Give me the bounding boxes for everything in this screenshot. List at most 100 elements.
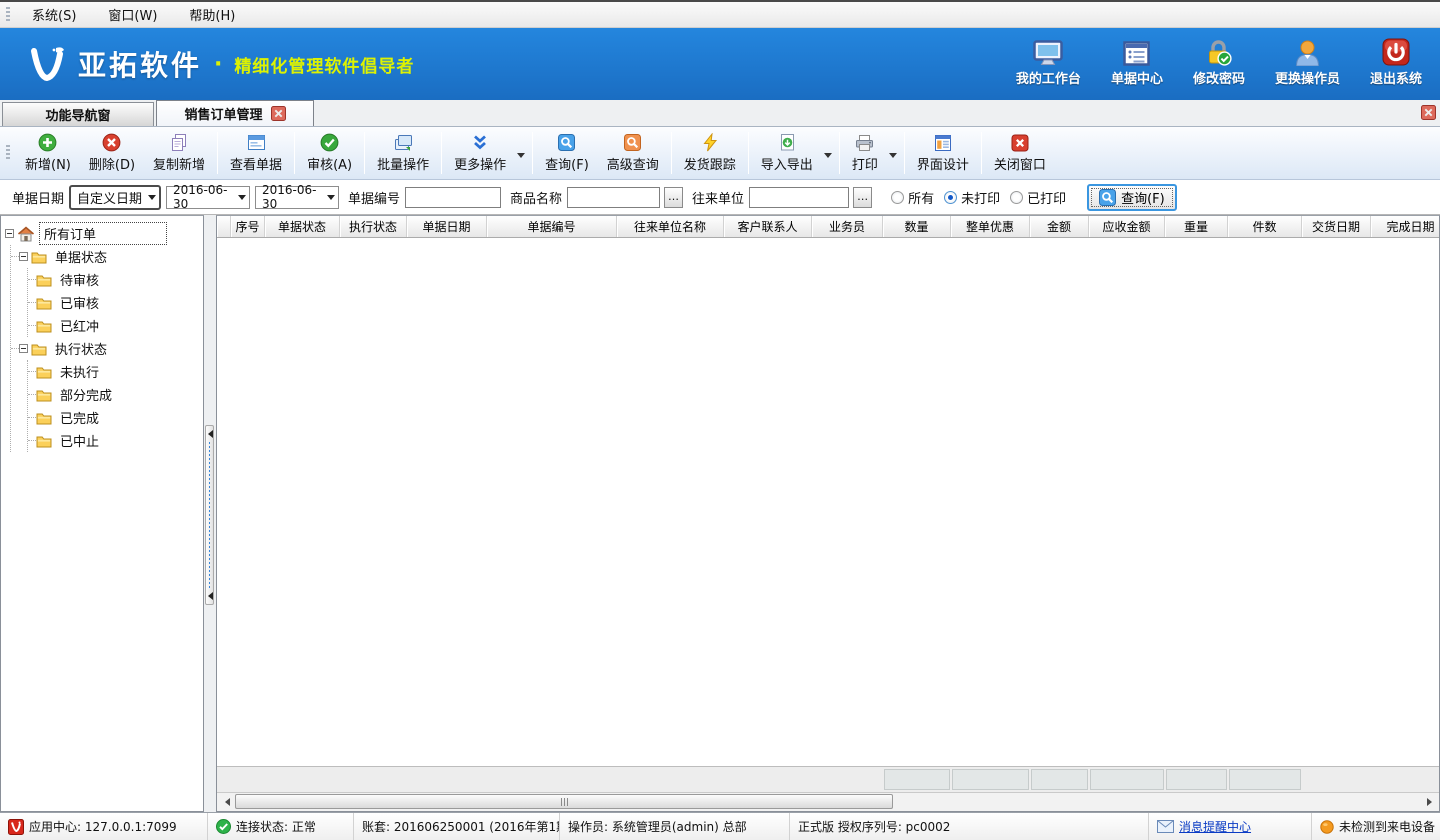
- banner-action-switch-operator[interactable]: 更换操作员: [1275, 38, 1340, 87]
- column-header-整单优惠[interactable]: 整单优惠: [951, 216, 1030, 237]
- partner-input[interactable]: [749, 187, 849, 208]
- column-header-应收金额[interactable]: 应收金额: [1089, 216, 1165, 237]
- tree-leaf-label[interactable]: 未执行: [56, 361, 103, 382]
- menu-item-0[interactable]: 系统(S): [16, 2, 92, 27]
- panel-splitter[interactable]: [204, 215, 216, 812]
- radio-label: 所有: [908, 188, 934, 207]
- date-from-select[interactable]: 2016-06-30: [166, 186, 250, 209]
- toolbar-button-ui-design[interactable]: 界面设计: [908, 130, 978, 176]
- tree-leaf-label[interactable]: 已中止: [56, 430, 103, 451]
- column-header-重量[interactable]: 重量: [1165, 216, 1228, 237]
- partner-lookup-button[interactable]: …: [853, 187, 872, 208]
- tree-group-1[interactable]: 执行状态: [11, 337, 201, 360]
- toolbar-button-more-ops[interactable]: 更多操作: [445, 130, 515, 176]
- status-text-link[interactable]: 消息提醒中心: [1179, 818, 1251, 835]
- menu-item-1[interactable]: 窗口(W): [92, 2, 173, 27]
- dropdown-arrow-icon[interactable]: [824, 153, 832, 162]
- tree-leaf-0-2[interactable]: 已红冲: [28, 314, 201, 337]
- tree-leaf-label[interactable]: 部分完成: [56, 384, 116, 405]
- product-name-input[interactable]: [567, 187, 660, 208]
- splitter-dots: [209, 442, 210, 588]
- toolbar-button-view-bill[interactable]: 查看单据: [221, 130, 291, 176]
- dropdown-arrow-icon[interactable]: [889, 153, 897, 162]
- tree-group-label[interactable]: 执行状态: [51, 338, 111, 359]
- toolbar-button-audit[interactable]: 审核(A): [298, 130, 361, 176]
- column-header-交货日期[interactable]: 交货日期: [1302, 216, 1371, 237]
- query-button[interactable]: 查询(F): [1087, 184, 1177, 211]
- banner-action-label: 修改密码: [1193, 68, 1245, 87]
- horizontal-scrollbar[interactable]: [217, 792, 1439, 811]
- tab-nav-window[interactable]: 功能导航窗: [2, 102, 154, 126]
- tree-leaf-label[interactable]: 已红冲: [56, 315, 103, 336]
- bill-no-input[interactable]: [405, 187, 501, 208]
- column-header-数量[interactable]: 数量: [883, 216, 951, 237]
- column-header-执行状态[interactable]: 执行状态: [340, 216, 407, 237]
- table-body[interactable]: [217, 238, 1439, 766]
- banner-action-my-workbench[interactable]: 我的工作台: [1016, 38, 1081, 87]
- scroll-right-button[interactable]: [1423, 793, 1439, 811]
- tab-sales-order[interactable]: 销售订单管理: [156, 100, 314, 126]
- scroll-left-button[interactable]: [217, 793, 233, 811]
- column-header-客户联系人[interactable]: 客户联系人: [724, 216, 812, 237]
- column-header-业务员[interactable]: 业务员: [812, 216, 883, 237]
- toolbar-button-ship-track[interactable]: 发货跟踪: [675, 130, 745, 176]
- tree-expander[interactable]: [19, 252, 28, 261]
- column-header-完成日期[interactable]: 完成日期: [1371, 216, 1439, 237]
- menu-item-2[interactable]: 帮助(H): [173, 2, 251, 27]
- column-header-selector[interactable]: [217, 216, 231, 237]
- table-summary-row: [217, 766, 1439, 792]
- folder-icon: [36, 273, 52, 287]
- banner-action-exit-system[interactable]: 退出系统: [1370, 38, 1422, 87]
- scrollbar-thumb[interactable]: [235, 794, 893, 809]
- column-header-单据日期[interactable]: 单据日期: [407, 216, 487, 237]
- toolbar-button-delete[interactable]: 删除(D): [80, 130, 144, 176]
- tree-leaf-1-3[interactable]: 已中止: [28, 429, 201, 452]
- toolbar-button-add[interactable]: 新增(N): [16, 130, 80, 176]
- toolbar-button-label: 界面设计: [917, 154, 969, 173]
- print-radio-2[interactable]: 已打印: [1010, 188, 1066, 207]
- tree-leaf-label[interactable]: 待审核: [56, 269, 103, 290]
- column-header-序号[interactable]: 序号: [231, 216, 265, 237]
- tree-leaf-1-2[interactable]: 已完成: [28, 406, 201, 429]
- tree-group-label[interactable]: 单据状态: [51, 246, 111, 267]
- toolbar-button-batch-ops[interactable]: 批量操作: [368, 130, 438, 176]
- tree-root-label[interactable]: 所有订单: [39, 222, 167, 245]
- toolbar-button-copy-add[interactable]: 复制新增: [144, 130, 214, 176]
- toolbar-button-query[interactable]: 查询(F): [536, 130, 598, 176]
- column-header-单据状态[interactable]: 单据状态: [265, 216, 340, 237]
- tree-leaf-label[interactable]: 已完成: [56, 407, 103, 428]
- toolbar-grip[interactable]: [6, 145, 10, 161]
- date-to-select[interactable]: 2016-06-30: [255, 186, 339, 209]
- column-header-往来单位名称[interactable]: 往来单位名称: [617, 216, 724, 237]
- banner-action-bill-center[interactable]: 单据中心: [1111, 38, 1163, 87]
- tree-leaf-label[interactable]: 已审核: [56, 292, 103, 313]
- product-lookup-button[interactable]: …: [664, 187, 683, 208]
- tabbar-close-icon[interactable]: [1421, 105, 1436, 120]
- dropdown-arrow-icon[interactable]: [517, 153, 525, 162]
- toolbar: 新增(N)删除(D)复制新增查看单据审核(A)批量操作更多操作查询(F)高级查询…: [0, 127, 1440, 180]
- tree-expander[interactable]: [19, 344, 28, 353]
- summary-cell: [340, 767, 407, 792]
- menubar-grip[interactable]: [6, 7, 10, 23]
- column-header-金额[interactable]: 金额: [1030, 216, 1089, 237]
- tree-root-row[interactable]: 所有订单: [5, 222, 201, 245]
- splitter-handle[interactable]: [205, 425, 214, 605]
- banner-action-change-password[interactable]: 修改密码: [1193, 38, 1245, 87]
- toolbar-button-print[interactable]: 打印: [843, 130, 887, 176]
- column-header-件数[interactable]: 件数: [1228, 216, 1302, 237]
- tree-group-0[interactable]: 单据状态: [11, 245, 201, 268]
- tree-leaf-1-0[interactable]: 未执行: [28, 360, 201, 383]
- date-mode-select[interactable]: 自定义日期: [69, 185, 161, 210]
- tree-leaf-0-0[interactable]: 待审核: [28, 268, 201, 291]
- tree-leaf-1-1[interactable]: 部分完成: [28, 383, 201, 406]
- toolbar-button-adv-query[interactable]: 高级查询: [598, 130, 668, 176]
- print-radio-0[interactable]: 所有: [891, 188, 934, 207]
- column-header-单据编号[interactable]: 单据编号: [487, 216, 617, 237]
- tree-expander[interactable]: [5, 229, 14, 238]
- print-radio-1[interactable]: 未打印: [944, 188, 1000, 207]
- tree-leaf-0-1[interactable]: 已审核: [28, 291, 201, 314]
- toolbar-button-close-window[interactable]: 关闭窗口: [985, 130, 1055, 176]
- tab-close-icon[interactable]: [271, 106, 286, 121]
- tree-connector: [28, 302, 36, 303]
- toolbar-button-import-export[interactable]: 导入导出: [752, 130, 822, 176]
